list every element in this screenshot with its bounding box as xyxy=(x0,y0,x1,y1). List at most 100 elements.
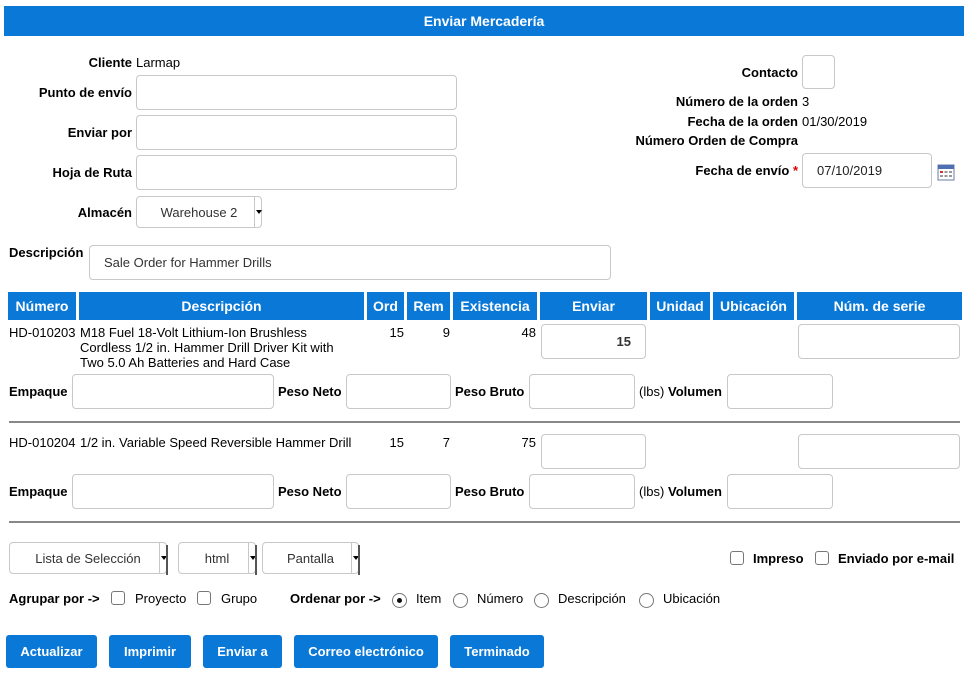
grupo-label: Grupo xyxy=(221,591,258,606)
punto-envio-input[interactable] xyxy=(136,75,457,110)
row1-enviar-input[interactable]: 15 xyxy=(541,324,646,359)
sort-numero-radio[interactable] xyxy=(453,593,468,608)
almacen-select[interactable]: Warehouse 2 xyxy=(136,196,262,228)
row1-peso-neto-label: Peso Neto xyxy=(278,384,342,399)
row1-empaque-input[interactable] xyxy=(72,374,274,409)
row1-peso-neto-input[interactable] xyxy=(346,374,451,409)
row1-desc-line: M18 Fuel 18-Volt Lithium-Ion Brushless xyxy=(80,325,307,340)
col-ord: Ord xyxy=(367,292,404,320)
row2-empaque-label: Empaque xyxy=(9,484,68,499)
row1-lbs-label: (lbs) xyxy=(639,384,665,399)
ordenar-label: Ordenar por -> xyxy=(290,591,381,606)
col-descripcion: Descripción xyxy=(79,292,364,320)
row1-volumen-label: Volumen xyxy=(668,384,722,399)
grupo-checkbox[interactable] xyxy=(197,591,211,605)
col-unidad: Unidad xyxy=(650,292,710,320)
row2-ord: 15 xyxy=(389,435,404,450)
chevron-down-icon xyxy=(159,543,167,573)
output-select[interactable]: Pantalla xyxy=(262,542,360,575)
row1-rem: 9 xyxy=(442,325,450,340)
fecha-envio-label: Fecha de envío * xyxy=(695,163,798,178)
email-checkbox[interactable] xyxy=(815,551,829,565)
fecha-envio-input[interactable]: 07/10/2019 xyxy=(802,153,932,188)
fecha-envio-label-text: Fecha de envío xyxy=(695,163,790,178)
row2-peso-bruto-input[interactable] xyxy=(529,474,635,509)
sort-descripcion-label: Descripción xyxy=(558,591,626,606)
row2-enviar-input[interactable] xyxy=(541,434,646,469)
row2-peso-neto-input[interactable] xyxy=(346,474,451,509)
sort-descripcion-radio[interactable] xyxy=(534,593,549,608)
descripcion-input[interactable]: Sale Order for Hammer Drills xyxy=(89,245,611,280)
enviar-a-button[interactable]: Enviar a xyxy=(203,635,282,668)
sort-item-radio[interactable] xyxy=(392,593,407,608)
actualizar-button[interactable]: Actualizar xyxy=(6,635,97,668)
impreso-checkbox[interactable] xyxy=(730,551,744,565)
agrupar-label: Agrupar por -> xyxy=(9,591,100,606)
calendar-icon[interactable] xyxy=(937,163,955,181)
row1-peso-bruto-label: Peso Bruto xyxy=(455,384,525,399)
almacen-select-value: Warehouse 2 xyxy=(160,205,238,220)
type-select-value: html xyxy=(204,551,230,566)
type-select[interactable]: html xyxy=(178,542,257,575)
row1-peso-bruto-input[interactable] xyxy=(529,374,635,409)
sort-ubicacion-label: Ubicación xyxy=(663,591,721,606)
hoja-ruta-label: Hoja de Ruta xyxy=(52,165,132,180)
correo-button[interactable]: Correo electrónico xyxy=(294,635,438,668)
select-shadow xyxy=(166,545,168,575)
cliente-label: Cliente xyxy=(88,55,132,70)
row1-desc-line: Cordless 1/2 in. Hammer Drill Driver Kit… xyxy=(80,340,334,355)
col-existencia: Existencia xyxy=(453,292,537,320)
fecha-orden-value: 01/30/2019 xyxy=(802,114,868,129)
required-mark: * xyxy=(792,163,798,178)
row2-volumen-input[interactable] xyxy=(727,474,833,509)
impreso-label: Impreso xyxy=(753,551,804,566)
col-ubicacion: Ubicación xyxy=(713,292,794,320)
row2-rem: 7 xyxy=(442,435,450,450)
row2-volumen-label: Volumen xyxy=(668,484,722,499)
sort-item-label: Item xyxy=(416,591,442,606)
col-enviar: Enviar xyxy=(540,292,647,320)
row2-peso-bruto-label: Peso Bruto xyxy=(455,484,525,499)
numero-orden-value: 3 xyxy=(802,94,810,109)
contacto-input[interactable] xyxy=(802,55,835,89)
row2-descripcion: 1/2 in. Variable Speed Reversible Hammer… xyxy=(80,435,365,450)
numero-orden-label: Número de la orden xyxy=(675,94,798,109)
hoja-ruta-input[interactable] xyxy=(136,155,457,190)
chevron-down-icon xyxy=(248,543,256,573)
row1-descripcion: M18 Fuel 18-Volt Lithium-Ion Brushless C… xyxy=(80,325,365,370)
orden-compra-label: Número Orden de Compra xyxy=(635,133,798,148)
email-label: Enviado por e-mail xyxy=(838,551,955,566)
row2-desc-line: 1/2 in. Variable Speed Reversible Hammer… xyxy=(80,435,352,450)
terminado-button[interactable]: Terminado xyxy=(450,635,544,668)
enviar-por-label: Enviar por xyxy=(67,125,132,140)
proyecto-checkbox[interactable] xyxy=(111,591,125,605)
format-select[interactable]: Lista de Selección xyxy=(9,542,168,575)
select-shadow xyxy=(255,545,257,575)
row1-numero: HD-010203 xyxy=(9,325,76,340)
sort-ubicacion-radio[interactable] xyxy=(639,593,654,608)
chevron-down-icon xyxy=(351,543,359,573)
row2-existencia: 75 xyxy=(521,435,536,450)
row1-ord: 15 xyxy=(389,325,404,340)
row2-serie-input[interactable] xyxy=(798,434,960,469)
proyecto-label: Proyecto xyxy=(135,591,187,606)
almacen-label: Almacén xyxy=(77,205,132,220)
chevron-down-icon xyxy=(254,197,262,227)
output-select-value: Pantalla xyxy=(287,551,334,566)
row2-peso-neto-label: Peso Neto xyxy=(278,484,342,499)
row1-volumen-input[interactable] xyxy=(727,374,833,409)
descripcion-label: Descripción xyxy=(9,245,84,260)
row-divider xyxy=(9,421,960,423)
row2-empaque-input[interactable] xyxy=(72,474,274,509)
row1-existencia: 48 xyxy=(521,325,536,340)
col-numero: Número xyxy=(8,292,76,320)
row-divider xyxy=(9,521,960,523)
imprimir-button[interactable]: Imprimir xyxy=(109,635,191,668)
row1-serie-input[interactable] xyxy=(798,324,960,359)
fecha-orden-label: Fecha de la orden xyxy=(687,114,798,129)
punto-envio-label: Punto de envío xyxy=(38,85,132,100)
sort-numero-label: Número xyxy=(477,591,524,606)
page-title: Enviar Mercadería xyxy=(4,6,964,36)
enviar-por-input[interactable] xyxy=(136,115,457,150)
row1-desc-line: Two 5.0 Ah Batteries and Hard Case xyxy=(80,355,291,370)
